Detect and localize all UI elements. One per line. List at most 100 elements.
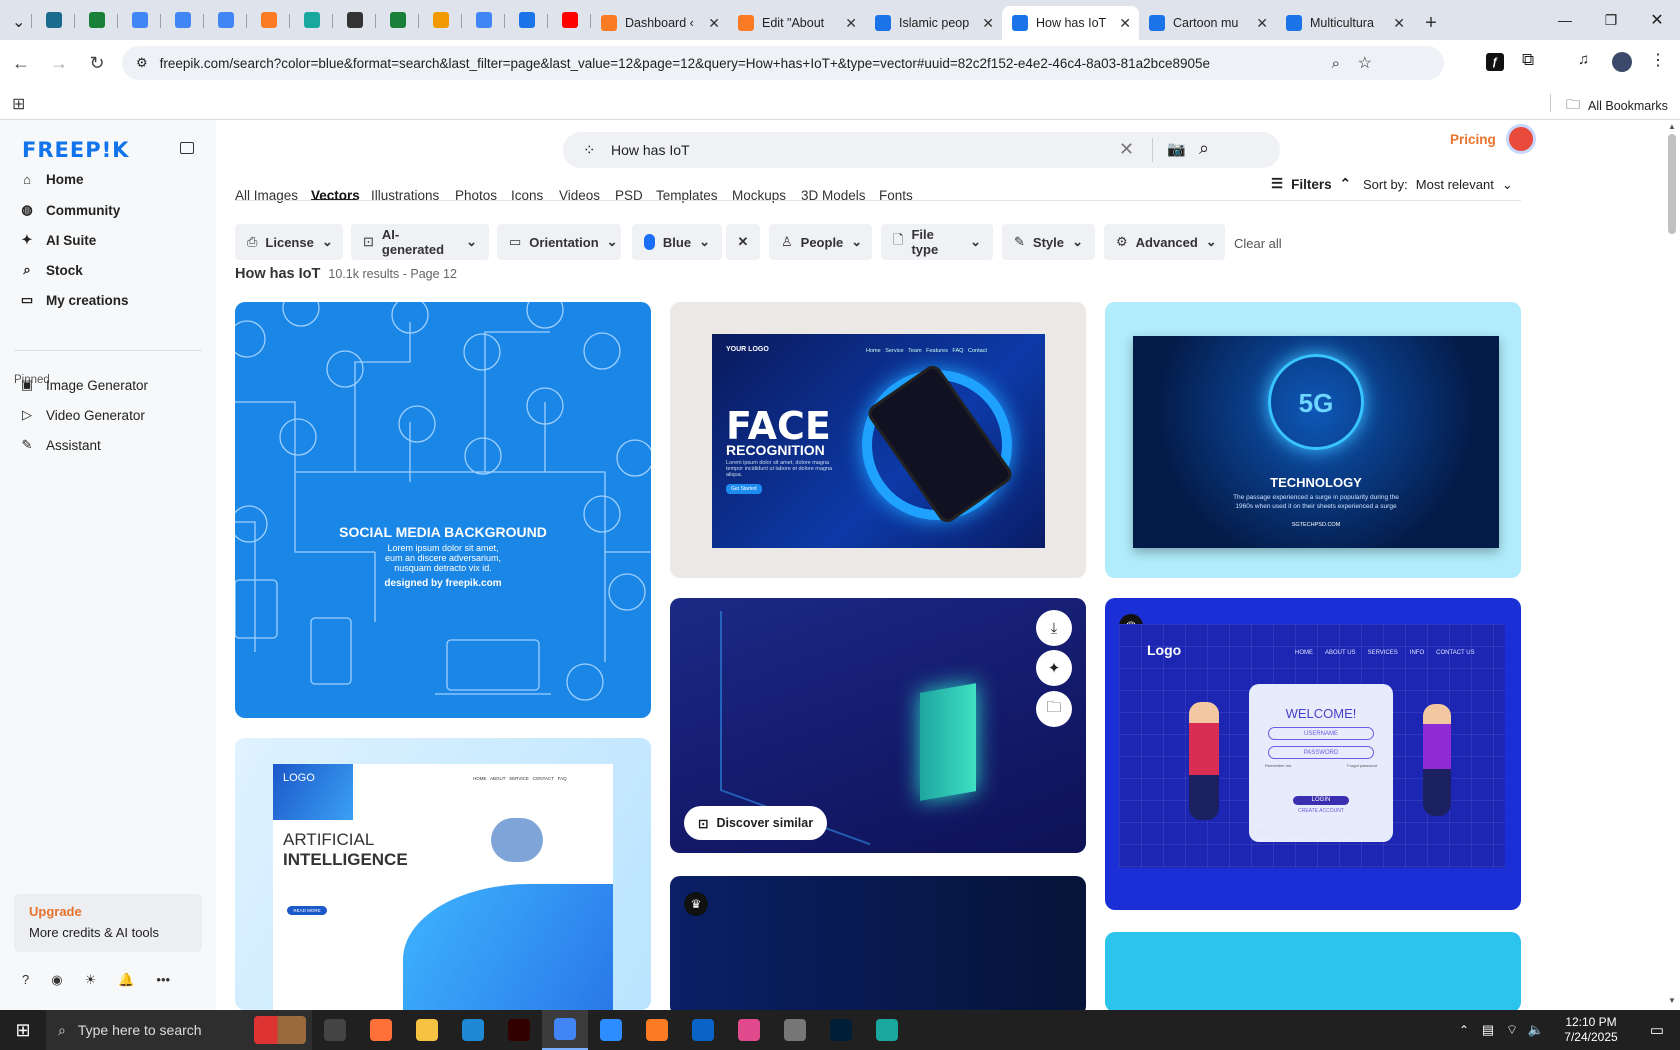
collapse-sidebar-icon[interactable] <box>180 142 194 154</box>
back-button[interactable]: ← <box>2 44 40 82</box>
tray-network-icon[interactable]: ▤ <box>1476 1022 1500 1038</box>
illustrator-icon[interactable] <box>496 1010 542 1050</box>
browser-tab[interactable] <box>376 4 419 36</box>
site-info-icon[interactable]: ⚙ <box>136 55 148 71</box>
scroll-up-arrow[interactable]: ▲ <box>1668 122 1676 131</box>
add-to-collection-button[interactable]: 🗀 <box>1036 691 1072 727</box>
camera-search-icon[interactable]: 📷 <box>1167 140 1186 158</box>
show-hidden-icons[interactable]: ⌃ <box>1452 1023 1476 1037</box>
filter-chip-orientation[interactable]: ▭ Orientation ⌄ <box>497 224 621 260</box>
tray-volume-icon[interactable]: 🔈 <box>1524 1022 1548 1038</box>
clear-search-icon[interactable]: ✕ <box>1119 139 1134 160</box>
reload-button[interactable]: ↻ <box>78 44 116 82</box>
xampp-icon[interactable] <box>634 1010 680 1050</box>
scroll-thumb[interactable] <box>1668 134 1676 234</box>
chrome-icon[interactable] <box>542 1010 588 1050</box>
close-tab-icon[interactable]: ✕ <box>982 15 994 32</box>
download-button[interactable]: ⤓ <box>1036 610 1072 646</box>
filters-toggle[interactable]: ☰ Filters ⌃ <box>1271 176 1351 192</box>
close-tab-icon[interactable]: ✕ <box>1393 15 1405 32</box>
creative-cloud-icon[interactable] <box>726 1010 772 1050</box>
profile-avatar[interactable] <box>1612 52 1632 72</box>
sidebar-item-community[interactable]: ◍ Community <box>20 202 120 218</box>
url-bar[interactable]: ⚙ freepik.com/search?color=blue&format=s… <box>122 46 1444 80</box>
browser-tab[interactable] <box>462 4 505 36</box>
scroll-down-arrow[interactable]: ▼ <box>1668 996 1676 1005</box>
close-tab-icon[interactable]: ✕ <box>708 15 720 32</box>
all-bookmarks[interactable]: 🗀 All Bookmarks <box>1566 94 1668 118</box>
browser-tab[interactable] <box>32 4 75 36</box>
browser-tab[interactable] <box>548 4 591 36</box>
close-tab-icon[interactable]: ✕ <box>845 15 857 32</box>
browser-tab[interactable]: Cartoon mu ✕ <box>1139 6 1276 40</box>
browser-tab[interactable]: Islamic peop ✕ <box>865 6 1002 40</box>
extensions-icon[interactable]: ⧉ <box>1522 50 1534 70</box>
result-card-cyan-partial[interactable] <box>1105 932 1521 1010</box>
apps-grid-icon[interactable]: ⊞ <box>12 94 25 114</box>
filter-chip-file-type[interactable]: 🗋 File type ⌄ <box>881 224 993 260</box>
search-mode-icon[interactable]: ⁘ <box>583 141 596 159</box>
browser-tab[interactable] <box>505 4 548 36</box>
clear-all-link[interactable]: Clear all <box>1234 236 1282 251</box>
close-tab-icon[interactable]: ✕ <box>1119 15 1131 32</box>
browser-tab[interactable] <box>247 4 290 36</box>
zoom-icon[interactable]: ⌕ <box>1332 55 1340 72</box>
result-card-5g-technology[interactable]: 5G TECHNOLOGY The passage experienced a … <box>1105 302 1521 578</box>
firefox-icon[interactable] <box>358 1010 404 1050</box>
forward-button[interactable]: → <box>40 44 78 82</box>
search-input[interactable]: How has IoT <box>611 142 690 158</box>
filter-chip-advanced[interactable]: ⚙ Advanced ⌄ <box>1104 224 1225 260</box>
zoom-icon[interactable] <box>588 1010 634 1050</box>
outlook-icon[interactable] <box>680 1010 726 1050</box>
ai-edit-button[interactable]: ✦ <box>1036 650 1072 686</box>
browser-tab[interactable] <box>161 4 204 36</box>
browser-tab[interactable] <box>333 4 376 36</box>
discord-icon[interactable]: ◉ <box>51 972 62 988</box>
notifications-bell-icon[interactable]: 🔔 <box>118 972 134 988</box>
result-card-face-recognition[interactable]: YOUR LOGO Home Service Team Features FAQ… <box>670 302 1086 578</box>
sidebar-item-my-creations[interactable]: ▭ My creations <box>20 292 129 308</box>
remove-color-filter-button[interactable]: ✕ <box>726 224 760 260</box>
more-options-icon[interactable]: ••• <box>156 972 170 988</box>
media-control-icon[interactable]: ♫ <box>1578 51 1589 68</box>
filter-chip-people[interactable]: ♙ People ⌄ <box>769 224 872 260</box>
browser-tab[interactable] <box>419 4 462 36</box>
notification-center-icon[interactable]: ▭ <box>1634 1021 1680 1039</box>
theme-sun-icon[interactable]: ☀ <box>85 972 97 988</box>
sidebar-item-video-generator[interactable]: ▷ Video Generator <box>20 407 145 423</box>
discover-similar-button[interactable]: ⊡ Discover similar <box>684 806 828 840</box>
file-explorer-icon[interactable] <box>404 1010 450 1050</box>
extension-fontself-icon[interactable]: ƒ <box>1486 53 1504 71</box>
result-card-dark-blue[interactable]: ♛ <box>670 876 1086 1010</box>
pen-tool-icon[interactable] <box>772 1010 818 1050</box>
sidebar-item-ai-suite[interactable]: ✦ AI Suite <box>20 232 97 248</box>
pricing-link[interactable]: Pricing <box>1450 132 1496 147</box>
result-card-isometric-tech[interactable]: ⤓ ✦ 🗀 ⊡ Discover similar <box>670 598 1086 853</box>
browser-tab[interactable]: ⌄ <box>8 4 32 36</box>
photoshop-icon[interactable] <box>818 1010 864 1050</box>
chrome-menu-icon[interactable]: ⋮ <box>1650 50 1666 70</box>
filter-chip-style[interactable]: ✎ Style ⌄ <box>1002 224 1095 260</box>
result-card-login-page[interactable]: ♛ Logo HOMEABOUT USSERVICESINFOCONTACT U… <box>1105 598 1521 910</box>
browser-tab[interactable]: Edit "About ✕ <box>728 6 865 40</box>
sort-dropdown[interactable]: Sort by: Most relevant ⌄ <box>1363 177 1513 193</box>
minimize-button[interactable]: — <box>1542 0 1588 40</box>
browser-tab[interactable] <box>75 4 118 36</box>
user-avatar[interactable] <box>1506 124 1536 154</box>
filter-chip-ai-generated[interactable]: ⊡ AI-generated ⌄ <box>351 224 489 260</box>
browser-tab[interactable] <box>290 4 333 36</box>
vscode-icon[interactable] <box>450 1010 496 1050</box>
tray-wifi-icon[interactable]: ⌔ <box>1500 1022 1524 1038</box>
sidebar-item-image-generator[interactable]: ▣ Image Generator <box>20 377 148 393</box>
page-scrollbar[interactable]: ▲ ▼ <box>1664 120 1680 1010</box>
result-card-social-media[interactable]: SOCIAL MEDIA BACKGROUND Lorem ipsum dolo… <box>235 302 651 718</box>
taskbar-search[interactable]: ⌕ Type here to search <box>46 1010 312 1050</box>
new-tab-button[interactable]: + <box>1413 6 1449 40</box>
browser-tab[interactable] <box>204 4 247 36</box>
task-view-icon[interactable] <box>312 1010 358 1050</box>
help-icon[interactable]: ? <box>22 972 29 988</box>
close-tab-icon[interactable]: ✕ <box>1256 15 1268 32</box>
restore-button[interactable]: ❐ <box>1588 0 1634 40</box>
sidebar-item-assistant[interactable]: ✎ Assistant <box>20 437 101 453</box>
bookmark-star-icon[interactable]: ☆ <box>1358 53 1372 73</box>
